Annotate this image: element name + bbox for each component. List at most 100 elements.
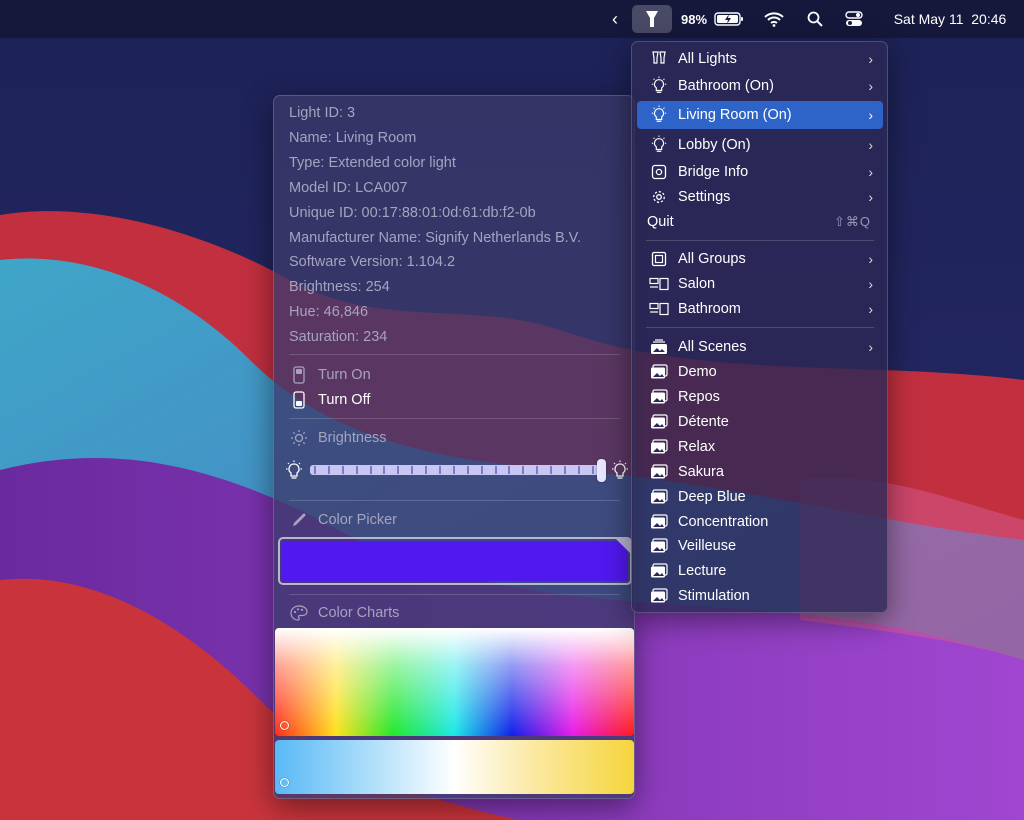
divider (289, 354, 620, 355)
battery-charging-icon[interactable] (713, 0, 745, 38)
wifi-icon[interactable] (762, 0, 786, 38)
light-name: Name: Living Room (289, 130, 417, 146)
chevron-right-icon: › (868, 164, 873, 180)
brightness-label: Brightness (318, 430, 387, 446)
selected-color-swatch (282, 541, 628, 581)
divider (289, 418, 620, 419)
color-picker-label: Color Picker (318, 512, 397, 528)
hue-info: Hue: 46,846 (289, 304, 369, 320)
eyedropper-icon (289, 510, 309, 530)
menu-item-bridge-info[interactable]: Bridge Info › (637, 159, 883, 185)
menu-item-label: All Scenes (678, 339, 747, 355)
saturation-info: Saturation: 234 (289, 329, 388, 345)
scene-icon (649, 462, 669, 482)
color-well[interactable] (278, 537, 632, 585)
color-temperature-chart[interactable] (275, 740, 634, 794)
lightbulb-icon (649, 105, 669, 125)
menu-item-label: Bathroom (On) (678, 78, 774, 94)
control-center-icon[interactable] (842, 0, 866, 38)
menu-item-scene[interactable]: Veilleuse (637, 533, 883, 559)
menu-item-label: Lecture (678, 563, 727, 579)
all-groups-icon (649, 249, 669, 269)
hue-saturation-chart[interactable] (275, 628, 634, 736)
bridge-icon (649, 162, 669, 182)
chevron-right-icon: › (868, 107, 873, 123)
turn-on-item[interactable]: Turn On (289, 364, 371, 386)
menu-item-group-salon[interactable]: Salon › (637, 271, 883, 297)
menu-item-label: Stimulation (678, 588, 750, 604)
menu-item-scene[interactable]: Repos (637, 384, 883, 410)
menu-item-label: All Groups (678, 251, 746, 267)
search-icon[interactable] (804, 0, 826, 38)
menu-item-label: Lobby (On) (678, 137, 751, 153)
menu-item-all-groups[interactable]: All Groups › (637, 246, 883, 272)
brightness-slider[interactable] (284, 458, 629, 484)
keyboard-shortcut: ⇧⌘Q (833, 214, 871, 229)
bulbs-icon (649, 49, 669, 69)
menu-item-label: Détente (678, 414, 729, 430)
lightbulb-low-icon (286, 460, 302, 479)
unique-id: Unique ID: 00:17:88:01:0d:61:db:f2-0b (289, 205, 536, 221)
menu-item-living-room-light[interactable]: Living Room (On) › (637, 101, 883, 129)
menu-item-scene[interactable]: Deep Blue (637, 484, 883, 510)
scene-icon (649, 487, 669, 507)
divider (646, 327, 874, 328)
manufacturer-name: Manufacturer Name: Signify Netherlands B… (289, 230, 582, 246)
chevron-right-icon: › (868, 276, 873, 292)
menu-bar: ‹ 98% Sat May 11 20:46 (0, 0, 1024, 38)
menu-item-scene[interactable]: Concentration (637, 509, 883, 535)
menu-item-scene[interactable]: Détente (637, 409, 883, 435)
menu-item-scene[interactable]: Relax (637, 434, 883, 460)
chevron-right-icon: › (868, 189, 873, 205)
scenes-icon (649, 337, 669, 357)
menu-item-label: Concentration (678, 514, 769, 530)
scene-icon (649, 536, 669, 556)
menu-item-label: All Lights (678, 51, 737, 67)
brightness-info: Brightness: 254 (289, 279, 390, 295)
switch-off-icon (289, 390, 309, 410)
turn-on-label: Turn On (318, 367, 371, 383)
menu-item-label: Sakura (678, 464, 724, 480)
temperature-picker-handle[interactable] (280, 778, 289, 787)
chevron-left-icon[interactable]: ‹ (606, 0, 624, 38)
menu-item-group-bathroom[interactable]: Bathroom › (637, 296, 883, 322)
menu-item-scene[interactable]: Sakura (637, 459, 883, 485)
battery-percentage: 98% (680, 11, 708, 27)
lightbulb-icon (649, 135, 669, 155)
divider (289, 500, 620, 501)
scene-icon (649, 412, 669, 432)
menu-item-all-lights[interactable]: All Lights › (637, 46, 883, 72)
chevron-right-icon: › (868, 137, 873, 153)
menu-item-bathroom-light[interactable]: Bathroom (On) › (637, 73, 883, 99)
gear-icon (649, 187, 669, 207)
menu-item-lobby-light[interactable]: Lobby (On) › (637, 132, 883, 158)
sun-icon (289, 428, 309, 448)
menu-item-label: Settings (678, 189, 731, 205)
chevron-right-icon: › (868, 51, 873, 67)
light-type: Type: Extended color light (289, 155, 456, 171)
chevron-right-icon: › (868, 339, 873, 355)
menu-item-scene[interactable]: Demo (637, 359, 883, 385)
menu-item-label: Bridge Info (678, 164, 749, 180)
lightbulb-high-icon (612, 460, 628, 479)
turn-off-item[interactable]: Turn Off (289, 389, 370, 411)
hue-app-menu-icon[interactable] (632, 5, 672, 33)
chevron-right-icon: › (868, 301, 873, 317)
swatch-corner-marker (616, 539, 630, 553)
chevron-right-icon: › (868, 251, 873, 267)
menu-item-settings[interactable]: Settings › (637, 184, 883, 210)
menu-item-label: Living Room (On) (678, 107, 792, 123)
menu-item-scene[interactable]: Stimulation (637, 583, 883, 609)
menu-item-all-scenes[interactable]: All Scenes › (637, 334, 883, 360)
menu-item-scene[interactable]: Lecture (637, 558, 883, 584)
divider (289, 594, 620, 595)
menubar-clock[interactable]: Sat May 11 20:46 (880, 0, 1020, 38)
menu-item-quit[interactable]: Quit ⇧⌘Q (637, 209, 883, 235)
hue-picker-handle[interactable] (280, 721, 289, 730)
scene-icon (649, 512, 669, 532)
menu-item-label: Deep Blue (678, 489, 746, 505)
slider-knob[interactable] (597, 459, 606, 482)
model-id: Model ID: LCA007 (289, 180, 408, 196)
brightness-header: Brightness (289, 427, 387, 449)
software-version: Software Version: 1.104.2 (289, 254, 456, 270)
